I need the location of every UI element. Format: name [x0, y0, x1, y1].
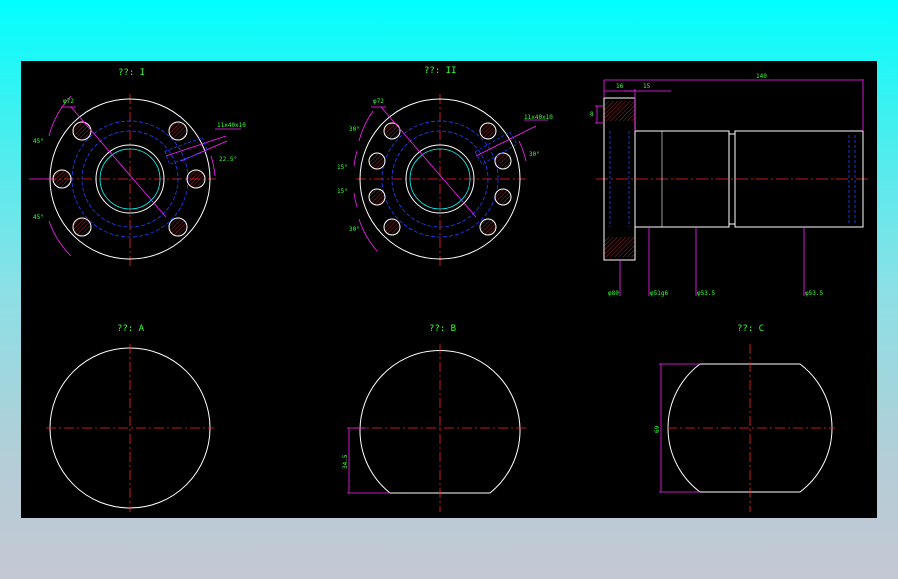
side-dim-d1: φ80	[608, 290, 619, 297]
bolt-hole	[479, 122, 497, 140]
v2-angle-30a-label: 30°	[349, 126, 360, 133]
v2-angle-30b-label: 30°	[349, 226, 360, 233]
bolt-hole	[479, 218, 497, 236]
side-view: 16 15 140 8 φ80 φ51g6 φ53.5 φ53.5	[590, 73, 871, 297]
bolt-hole	[383, 218, 401, 236]
side-dim-15: 15	[643, 83, 651, 90]
bolt-holes	[52, 121, 206, 237]
v2-angle-right-label: 30°	[529, 151, 540, 158]
view-a-title: ??: A	[117, 324, 145, 334]
view-2-flange: ??: II φ72 11x40x10 30° 15° 15° 30° 30°	[337, 66, 553, 266]
v1-angle-top-label: 45°	[33, 138, 44, 145]
view-c-title: ??: C	[737, 324, 764, 334]
bolt-hole	[168, 121, 188, 141]
view-2-title: ??: II	[424, 66, 457, 76]
vc-height-label: 69	[654, 425, 661, 433]
side-dim-left: 8	[590, 111, 594, 118]
side-dim-d2: φ51g6	[650, 290, 668, 297]
bolt-hole	[494, 188, 512, 206]
v2-thread-label: 11x40x10	[524, 114, 553, 121]
bolt-hole	[368, 188, 386, 206]
bolt-hole	[368, 152, 386, 170]
flange-hatch-bottom	[604, 237, 635, 257]
cad-drawing-canvas[interactable]: ??: I φ72 11x40x10 45° 45° 22.5° ??: II …	[21, 61, 877, 518]
bolt-hole	[186, 169, 206, 189]
view-a: ??: A	[46, 324, 214, 512]
view-b-title: ??: B	[429, 324, 456, 334]
bolt-hole	[72, 121, 92, 141]
side-dim-d4: φ53.5	[805, 290, 823, 297]
side-dim-140: 140	[756, 73, 767, 80]
cad-drawing: ??: I φ72 11x40x10 45° 45° 22.5° ??: II …	[29, 66, 871, 512]
view-c: ??: C 69	[654, 324, 835, 512]
v2-angle-15b-label: 15°	[337, 188, 348, 195]
side-dim-d3: φ53.5	[697, 290, 715, 297]
side-dim-16: 16	[616, 83, 624, 90]
view-b: ??: B 34.5	[342, 324, 526, 512]
view-b-dimension	[347, 427, 390, 494]
v2-diameter-label: φ72	[373, 98, 384, 105]
vb-height-label: 34.5	[342, 454, 349, 469]
bolt-hole	[52, 169, 72, 189]
v1-angle-right-label: 22.5°	[219, 156, 237, 163]
view-1-flange: ??: I φ72 11x40x10 45° 45° 22.5°	[29, 68, 246, 266]
v1-angle-bottom-label: 45°	[33, 214, 44, 221]
v2-angle-15a-label: 15°	[337, 164, 348, 171]
bolt-hole	[383, 122, 401, 140]
bolt-hole	[168, 217, 188, 237]
flange-hatch-top	[604, 101, 635, 121]
bolt-hole	[72, 217, 92, 237]
view-1-title: ??: I	[118, 68, 145, 78]
v1-diameter-label: φ72	[63, 98, 74, 105]
v1-thread-label: 11x40x10	[217, 122, 246, 129]
